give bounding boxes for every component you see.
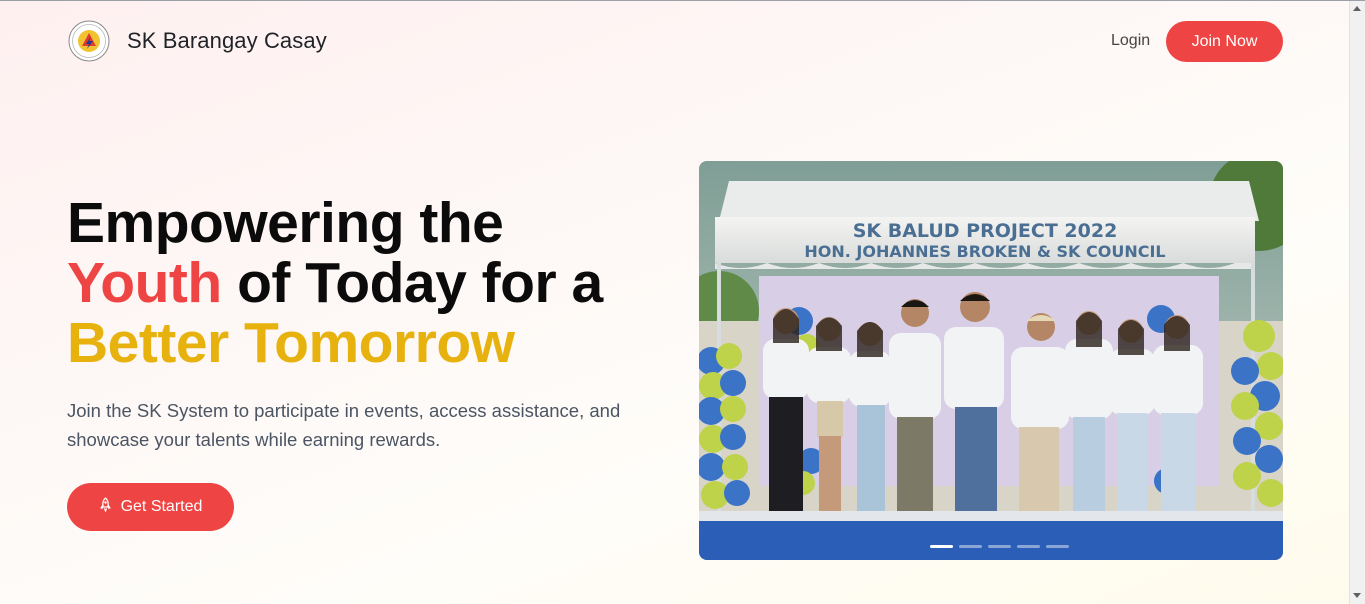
headline-line-2-rest: of Today for a bbox=[221, 251, 603, 315]
carousel-dot-2[interactable] bbox=[959, 545, 982, 548]
event-photo: SK BALUD PROJECT 2022 HON. JOHANNES BROK… bbox=[699, 161, 1283, 560]
carousel-indicators bbox=[930, 545, 1069, 548]
headline-line-3: Better Tomorrow bbox=[67, 311, 515, 375]
carousel-dot-3[interactable] bbox=[988, 545, 1011, 548]
banner-line-1: SK BALUD PROJECT 2022 bbox=[853, 220, 1118, 242]
carousel-dot-5[interactable] bbox=[1046, 545, 1069, 548]
hero-headline: Empowering the Youth of Today for a Bett… bbox=[67, 193, 667, 373]
vertical-scrollbar[interactable] bbox=[1349, 1, 1365, 604]
get-started-button[interactable]: Get Started bbox=[67, 483, 234, 531]
join-now-button[interactable]: Join Now bbox=[1166, 21, 1283, 62]
scroll-up-arrow-icon[interactable] bbox=[1353, 6, 1361, 11]
hero-image-carousel[interactable]: SK BALUD PROJECT 2022 HON. JOHANNES BROK… bbox=[699, 161, 1283, 560]
headline-line-2: Youth of Today for a bbox=[67, 253, 667, 313]
brand-name[interactable]: SK Barangay Casay bbox=[127, 28, 327, 54]
get-started-label: Get Started bbox=[120, 498, 203, 515]
sk-logo[interactable] bbox=[68, 20, 110, 62]
carousel-dot-1[interactable] bbox=[930, 545, 953, 548]
site-header: SK Barangay Casay Login Join Now bbox=[0, 1, 1349, 79]
headline-line-1: Empowering the bbox=[67, 191, 504, 255]
carousel-dot-4[interactable] bbox=[1017, 545, 1040, 548]
hero-subtitle: Join the SK System to participate in eve… bbox=[67, 400, 621, 450]
banner-line-2: HON. JOHANNES BROKEN & SK COUNCIL bbox=[804, 242, 1165, 261]
rocket-icon bbox=[99, 497, 112, 517]
scroll-down-arrow-icon[interactable] bbox=[1353, 593, 1361, 598]
login-link[interactable]: Login bbox=[1111, 32, 1150, 50]
headline-highlight-youth: Youth bbox=[67, 251, 222, 315]
